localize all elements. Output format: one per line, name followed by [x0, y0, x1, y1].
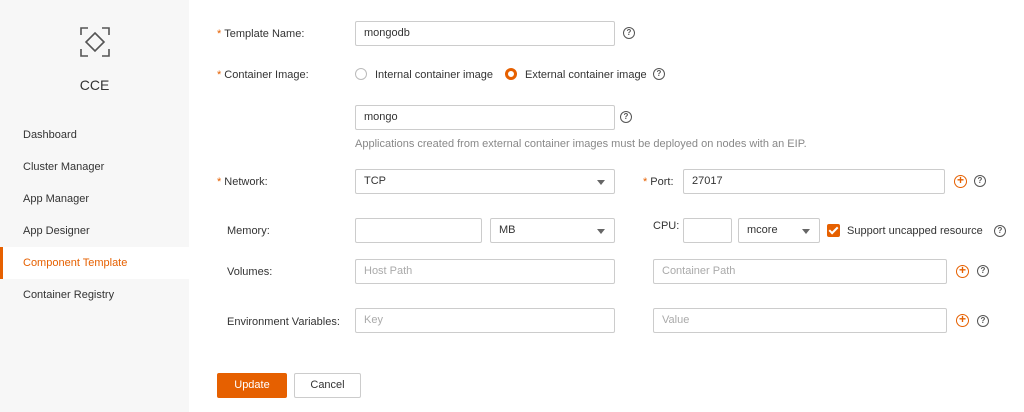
uncapped-resource-label[interactable]: Support uncapped resource [847, 225, 983, 237]
internal-image-option-label[interactable]: Internal container image [375, 69, 493, 81]
sidebar-item-app-designer[interactable]: App Designer [0, 215, 189, 247]
help-icon[interactable]: ? [974, 175, 986, 187]
required-marker: * [217, 176, 222, 188]
env-key-input[interactable]: Key [355, 308, 615, 333]
help-icon[interactable]: ? [977, 315, 989, 327]
sidebar-item-component-template[interactable]: Component Template [0, 247, 189, 279]
memory-unit-select[interactable]: MB [490, 218, 615, 243]
container-image-label: * Container Image: [217, 69, 309, 81]
template-name-input[interactable]: mongodb [355, 21, 615, 46]
cpu-unit-value: mcore [747, 224, 778, 236]
chevron-down-icon [802, 229, 810, 234]
sidebar-item-app-manager[interactable]: App Manager [0, 183, 189, 215]
external-image-option-label[interactable]: External container image [525, 69, 647, 81]
uncapped-resource-checkbox[interactable] [827, 224, 840, 237]
container-image-label-text: Container Image: [224, 69, 309, 81]
volumes-label: Volumes: [227, 266, 273, 278]
memory-unit-value: MB [499, 224, 516, 236]
update-button[interactable]: Update [217, 373, 287, 398]
network-label: * Network: [217, 176, 268, 188]
internal-image-radio[interactable] [355, 68, 367, 80]
help-icon[interactable]: ? [977, 265, 989, 277]
memory-input[interactable] [355, 218, 482, 243]
add-icon[interactable]: + [954, 174, 967, 188]
sidebar-item-dashboard[interactable]: Dashboard [0, 119, 189, 151]
chevron-down-icon [597, 229, 605, 234]
port-label: * Port: [643, 176, 674, 188]
host-path-input[interactable]: Host Path [355, 259, 615, 284]
network-select[interactable]: TCP [355, 169, 615, 194]
env-value-input[interactable]: Value [653, 308, 947, 333]
template-name-label: * Template Name: [217, 28, 304, 40]
port-label-text: Port: [650, 176, 674, 188]
template-name-label-text: Template Name: [224, 28, 305, 40]
sidebar: CCE Dashboard Cluster Manager App Manage… [0, 0, 189, 412]
add-icon[interactable]: + [956, 264, 969, 278]
sidebar-item-cluster-manager[interactable]: Cluster Manager [0, 151, 189, 183]
cpu-input[interactable] [683, 218, 732, 243]
app-name: CCE [79, 77, 110, 93]
container-path-input[interactable]: Container Path [653, 259, 947, 284]
external-image-radio[interactable] [505, 68, 517, 80]
required-marker: * [217, 69, 222, 81]
sidebar-item-container-registry[interactable]: Container Registry [0, 279, 189, 311]
network-label-text: Network: [224, 176, 268, 188]
image-name-input[interactable]: mongo [355, 105, 615, 130]
memory-label: Memory: [227, 225, 270, 237]
help-icon[interactable]: ? [994, 225, 1006, 237]
cce-logo-icon [80, 27, 110, 57]
required-marker: * [217, 28, 222, 40]
help-icon[interactable]: ? [620, 111, 632, 123]
chevron-down-icon [597, 180, 605, 185]
required-marker: * [643, 176, 648, 188]
cancel-button[interactable]: Cancel [294, 373, 361, 398]
cpu-unit-select[interactable]: mcore [738, 218, 820, 243]
port-input[interactable]: 27017 [683, 169, 945, 194]
external-image-hint: Applications created from external conta… [355, 138, 807, 150]
sidebar-nav: Dashboard Cluster Manager App Manager Ap… [0, 119, 189, 311]
help-icon[interactable]: ? [623, 27, 635, 39]
add-icon[interactable]: + [956, 313, 969, 327]
env-vars-label: Environment Variables: [227, 316, 340, 328]
help-icon[interactable]: ? [653, 68, 665, 80]
network-select-value: TCP [364, 175, 386, 187]
cpu-label: CPU: [653, 220, 680, 232]
